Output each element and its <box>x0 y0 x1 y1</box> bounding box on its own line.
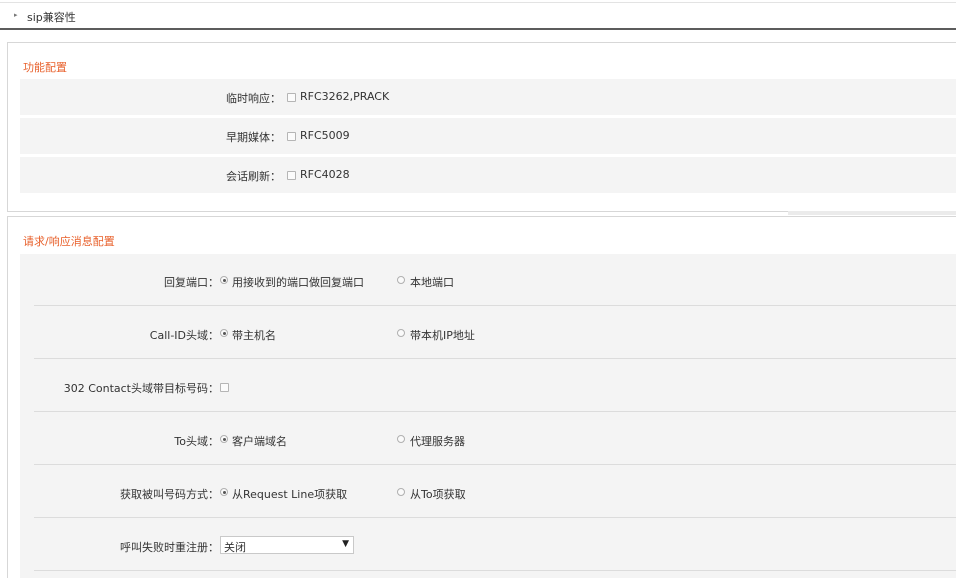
called-number-to-radio[interactable] <box>397 488 405 496</box>
radio-label[interactable]: 从To项获取 <box>410 486 466 502</box>
config-row-to-header: To头域 ： 客户端域名 代理服务器 <box>20 413 956 465</box>
row-divider <box>34 517 956 518</box>
row-label: 呼叫失败时重注册 <box>120 541 208 554</box>
row-label: 早期媒体 <box>226 131 270 144</box>
row-divider <box>34 570 956 571</box>
feature-config-title: 功能配置 <box>23 61 67 74</box>
row-colon: ： <box>208 488 219 501</box>
row-divider <box>34 305 956 306</box>
reply-port-received-radio[interactable] <box>220 276 228 284</box>
config-row-session-refresh: 会话刷新 ： RFC4028 <box>20 157 956 193</box>
feature-config-panel: 功能配置 临时响应 ： RFC3262,PRACK 早期媒体 ： RFC5009… <box>7 42 956 212</box>
radio-label[interactable]: 客户端域名 <box>232 433 287 449</box>
radio-label[interactable]: 带主机名 <box>232 327 276 343</box>
callid-hostname-radio[interactable] <box>220 329 228 337</box>
rfc5009-checkbox[interactable] <box>287 132 296 141</box>
row-divider <box>34 358 956 359</box>
row-divider <box>34 464 956 465</box>
dropdown-arrow-icon[interactable]: ▼ <box>342 539 349 549</box>
request-config-title: 请求/响应消息配置 <box>23 235 115 248</box>
row-label: 302 Contact头域带目标号码 <box>63 382 208 395</box>
section-header-sip-compat[interactable]: ▸ sip兼容性 <box>0 4 956 30</box>
reregister-select[interactable]: 关闭 ▼ <box>220 536 354 554</box>
row-label: 临时响应 <box>226 92 270 105</box>
config-row-reply-port: 回复端口 ： 用接收到的端口做回复端口 本地端口 <box>20 254 956 306</box>
row-colon: ： <box>270 92 281 105</box>
expand-arrow-icon[interactable]: ▸ <box>14 11 18 19</box>
row-colon: ： <box>270 170 281 183</box>
row-colon: ： <box>208 382 219 395</box>
radio-label[interactable]: 本地端口 <box>410 274 454 290</box>
config-row-callid: Call-ID头域 ： 带主机名 带本机IP地址 <box>20 307 956 359</box>
row-colon: ： <box>208 329 219 342</box>
row-colon: ： <box>208 276 219 289</box>
radio-label[interactable]: 用接收到的端口做回复端口 <box>232 274 364 290</box>
contact302-checkbox[interactable] <box>220 383 229 392</box>
prack-checkbox[interactable] <box>287 93 296 102</box>
reply-port-local-radio[interactable] <box>397 276 405 284</box>
config-row-302-contact: 302 Contact头域带目标号码 ： <box>20 360 956 412</box>
row-colon: ： <box>208 435 219 448</box>
horizontal-scroll-hint <box>788 211 956 215</box>
config-row-provisional-response: 临时响应 ： RFC3262,PRACK <box>20 79 956 115</box>
callid-local-ip-radio[interactable] <box>397 329 405 337</box>
top-divider <box>0 2 956 3</box>
config-row-early-media: 早期媒体 ： RFC5009 <box>20 118 956 154</box>
checkbox-label: RFC3262,PRACK <box>300 90 390 103</box>
config-row-reregister: 呼叫失败时重注册 ： 关闭 ▼ <box>20 519 956 571</box>
row-divider <box>34 411 956 412</box>
row-label: 会话刷新 <box>226 170 270 183</box>
to-header-client-domain-radio[interactable] <box>220 435 228 443</box>
row-label: Call-ID头域 <box>149 329 208 342</box>
config-row-called-number: 获取被叫号码方式 ： 从Request Line项获取 从To项获取 <box>20 466 956 518</box>
select-value: 关闭 <box>224 541 246 554</box>
to-header-proxy-radio[interactable] <box>397 435 405 443</box>
section-title[interactable]: sip兼容性 <box>27 9 76 25</box>
radio-label[interactable]: 代理服务器 <box>410 433 465 449</box>
radio-label[interactable]: 带本机IP地址 <box>410 327 475 343</box>
row-label: 回复端口 <box>164 276 208 289</box>
checkbox-label: RFC4028 <box>300 168 350 181</box>
row-colon: ： <box>270 131 281 144</box>
row-label: 获取被叫号码方式 <box>120 488 208 501</box>
request-response-config-panel: 请求/响应消息配置 回复端口 ： 用接收到的端口做回复端口 本地端口 Call-… <box>7 216 956 578</box>
rfc4028-checkbox[interactable] <box>287 171 296 180</box>
row-label: To头域 <box>174 435 208 448</box>
checkbox-label: RFC5009 <box>300 129 350 142</box>
row-colon: ： <box>208 541 219 554</box>
radio-label[interactable]: 从Request Line项获取 <box>232 486 347 502</box>
called-number-request-line-radio[interactable] <box>220 488 228 496</box>
